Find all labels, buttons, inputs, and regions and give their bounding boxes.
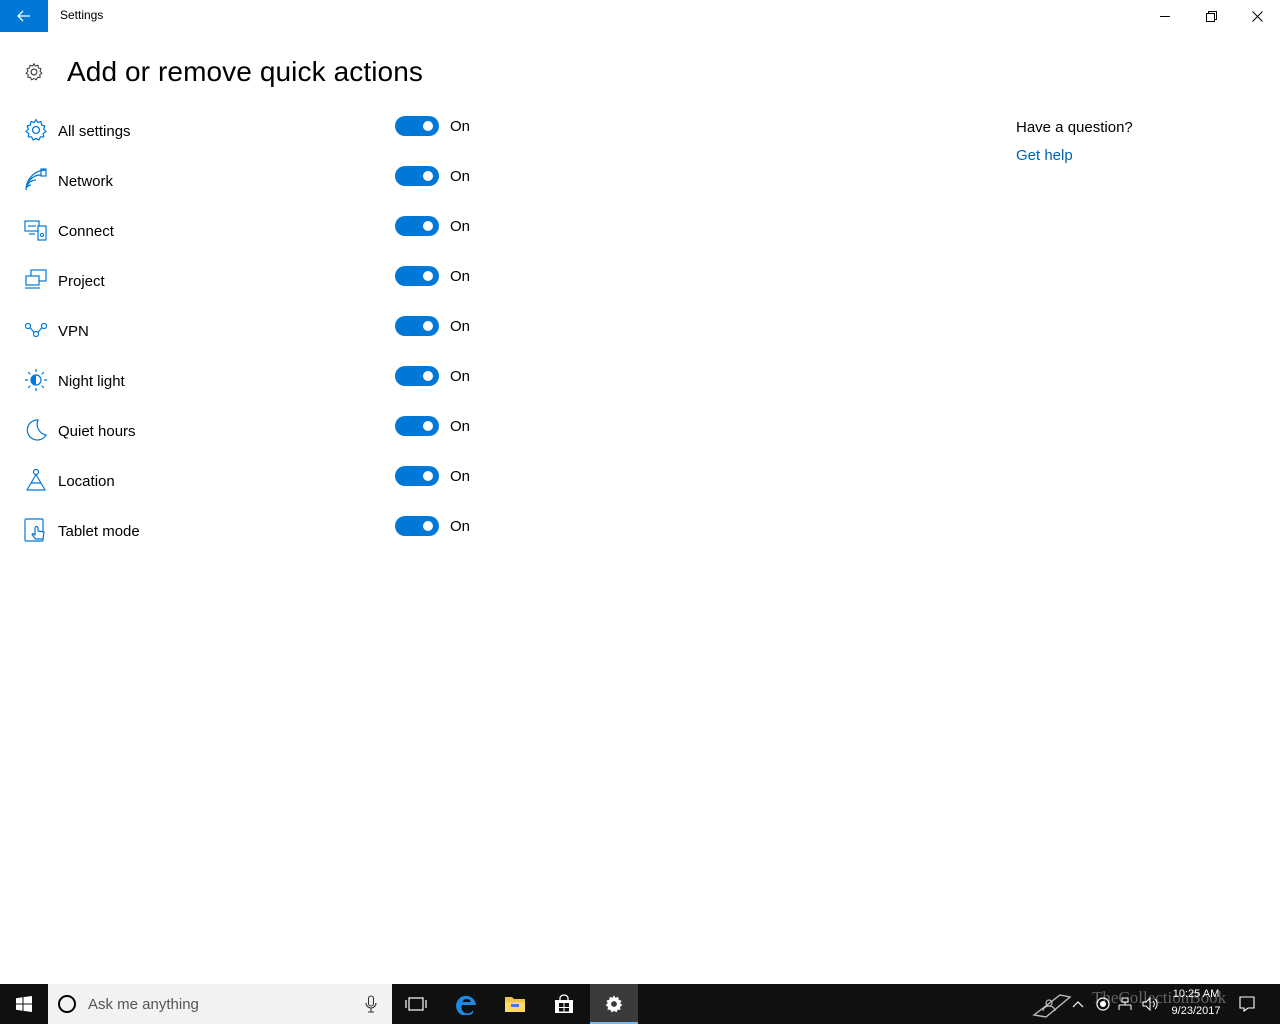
minimize-button[interactable] [1142,0,1188,32]
all-settings-toggle[interactable] [395,116,439,136]
toggle-state: On [450,318,471,335]
folder-icon [505,997,525,1012]
speaker-icon [1142,997,1158,1011]
quick-action-network: Network On [0,156,520,206]
search-placeholder: Ask me anything [88,996,199,1013]
quiet-hours-toggle[interactable] [395,416,439,436]
file-explorer-button[interactable] [491,984,539,1024]
task-view-button[interactable] [392,984,440,1024]
toggle-knob [423,521,433,531]
network-tray-icon[interactable] [1116,984,1134,1024]
microphone-icon[interactable] [364,995,378,1013]
edge-button[interactable] [443,984,491,1024]
connect-toggle[interactable] [395,216,439,236]
quick-action-label: VPN [58,323,89,340]
quick-action-label: All settings [58,123,131,140]
toggle-state: On [450,168,471,185]
night-light-toggle[interactable] [395,366,439,386]
toggle-state: On [450,268,471,285]
connect-icon [24,220,47,241]
toggle-knob [423,471,433,481]
network-toggle[interactable] [395,166,439,186]
toggle-state: On [450,218,471,235]
vpn-toggle[interactable] [395,316,439,336]
quick-action-label: Location [58,473,115,490]
record-icon [1096,997,1110,1011]
location-toggle[interactable] [395,466,439,486]
search-box[interactable]: Ask me anything [48,984,392,1024]
toggle-state: On [450,518,471,535]
quick-action-project: Project On [0,256,520,306]
quick-action-connect: Connect On [0,206,520,256]
quick-action-vpn: VPN On [0,306,520,356]
quick-action-label: Network [58,173,114,190]
window-title: Settings [60,8,104,22]
chevron-up-icon [1072,1001,1084,1008]
help-question: Have a question? [1016,119,1133,136]
action-center-button[interactable] [1236,984,1258,1024]
quick-action-night-light: Night light On [0,356,520,406]
settings-taskbar-button[interactable] [590,984,638,1024]
toggle-knob [423,221,433,231]
project-icon [25,269,47,289]
quick-action-quiet-hours: Quiet hours On [0,406,520,456]
gear-icon [605,995,623,1013]
toggle-knob [423,271,433,281]
vpn-icon [24,322,48,338]
notification-icon [1239,996,1255,1012]
network-icon [25,168,47,191]
quick-action-label: Project [58,273,105,290]
restore-button[interactable] [1188,0,1234,32]
quick-action-label: Night light [58,373,125,390]
cortana-icon [58,995,76,1013]
quick-action-label: Connect [58,223,114,240]
store-button[interactable] [540,984,588,1024]
quick-action-label: Quiet hours [58,423,136,440]
quick-action-tablet-mode: Tablet mode On [0,506,520,556]
close-button[interactable] [1234,0,1280,32]
toggle-knob [423,421,433,431]
clock-date[interactable]: 9/23/2017 [1164,1005,1228,1017]
clock-time[interactable]: 10:25 AM [1164,988,1228,1000]
tablet-mode-toggle[interactable] [395,516,439,536]
close-icon [1251,10,1263,22]
start-button[interactable] [0,984,48,1024]
task-view-icon [405,997,427,1011]
back-button[interactable] [0,0,48,32]
toggle-knob [423,171,433,181]
toggle-state: On [450,418,471,435]
get-help-link[interactable]: Get help [1016,147,1073,164]
quick-action-label: Tablet mode [58,523,140,540]
tablet-mode-icon [24,518,45,542]
ethernet-icon [1118,997,1132,1010]
moon-icon [26,419,47,441]
minimize-icon [1159,15,1170,17]
windows-logo-icon [16,996,32,1012]
record-tray-icon[interactable] [1094,984,1112,1024]
toggle-state: On [450,468,471,485]
toggle-state: On [450,368,471,385]
volume-tray-icon[interactable] [1140,984,1160,1024]
toggle-knob [423,121,433,131]
location-icon [26,468,46,491]
edge-browser-icon [456,995,476,1015]
taskbar: Ask me anything TheCollectionBook 10:25 … [0,984,1280,1024]
project-toggle[interactable] [395,266,439,286]
quick-action-all-settings: All settings On [0,106,520,156]
show-hidden-icons-button[interactable] [1070,984,1086,1024]
restore-icon [1205,10,1217,22]
night-light-icon [25,369,47,391]
gear-icon [25,118,47,141]
toggle-knob [423,371,433,381]
toggle-knob [423,321,433,331]
toggle-state: On [450,118,471,135]
quick-action-location: Location On [0,456,520,506]
store-bag-icon [555,994,573,1013]
page-title: Add or remove quick actions [67,56,423,87]
gear-icon [25,63,43,81]
arrow-left-icon [17,10,30,22]
title-bar: Settings [0,0,1280,32]
